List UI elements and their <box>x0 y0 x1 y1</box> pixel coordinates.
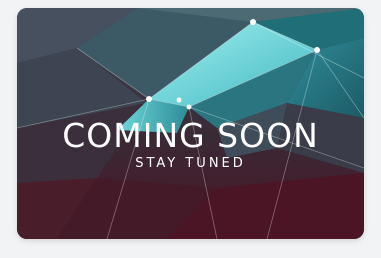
stay-tuned-subline: STAY TUNED <box>135 156 246 171</box>
page-background: COMING SOON STAY TUNED <box>0 0 381 258</box>
coming-soon-headline: COMING SOON <box>62 116 319 155</box>
coming-soon-card: COMING SOON STAY TUNED <box>17 8 364 239</box>
